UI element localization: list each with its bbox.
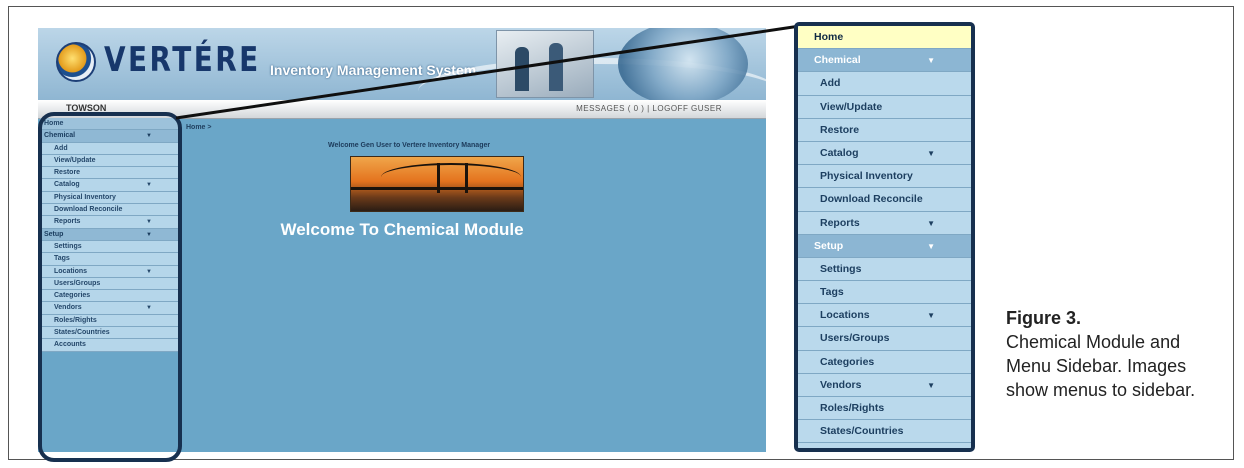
figure-caption-text: Chemical Module and Menu Sidebar. Images… xyxy=(1006,332,1196,400)
chevron-down-icon: ▼ xyxy=(927,218,935,228)
zoom-menu-item-label: Setup xyxy=(814,239,844,252)
zoom-menu-item-catalog[interactable]: Catalog ▼ xyxy=(798,141,971,166)
logo-text: VERTÉRE xyxy=(104,40,261,80)
zoom-menu-item-label: Categories xyxy=(820,355,875,368)
chevron-down-icon: ▼ xyxy=(927,56,935,66)
zoom-menu-item-locations[interactable]: Locations ▼ xyxy=(798,304,971,328)
figure-label: Figure 3. xyxy=(1006,308,1082,328)
app-header: VERTÉRE Inventory Management System xyxy=(38,28,766,106)
zoom-menu-item-users-groups[interactable]: Users/Groups xyxy=(798,327,971,351)
top-links[interactable]: MESSAGES ( 0 ) | LOGOFF GUSER xyxy=(576,104,722,113)
zoom-menu-item-settings[interactable]: Settings xyxy=(798,257,971,282)
zoom-menu-item-label: Users/Groups xyxy=(820,332,890,345)
bridge-sunset-image xyxy=(350,156,524,212)
zoom-menu-item-tags[interactable]: Tags xyxy=(798,281,971,305)
zoom-menu-item-label: Accounts xyxy=(820,448,868,452)
vertere-logo-icon xyxy=(56,42,96,82)
figure-caption: Figure 3. Chemical Module and Menu Sideb… xyxy=(1006,306,1228,402)
zoom-menu-item-label: Home xyxy=(814,31,844,43)
zoom-menu-item-vendors[interactable]: Vendors ▼ xyxy=(798,373,971,397)
zoom-menu-item-label: Physical Inventory xyxy=(820,170,913,183)
sidebar-highlight-outline xyxy=(38,112,182,462)
zoom-menu-item-label: Catalog xyxy=(820,146,859,159)
zoom-menu-item-label: Restore xyxy=(820,123,860,136)
welcome-message: Welcome Gen User to Vertere Inventory Ma… xyxy=(328,142,491,149)
zoom-menu-item-label: View/Update xyxy=(820,100,883,113)
zoom-menu-item-add[interactable]: Add xyxy=(798,72,971,96)
chevron-down-icon: ▼ xyxy=(927,380,935,390)
zoom-menu-item-reports[interactable]: Reports ▼ xyxy=(798,211,971,235)
zoom-menu-item-home[interactable]: Home xyxy=(798,26,971,50)
zoom-menu-item-label: Locations xyxy=(820,309,870,322)
breadcrumb[interactable]: Home > xyxy=(186,124,211,131)
zoom-menu-item-label: Reports xyxy=(820,216,860,229)
zoom-menu-item-physical-inventory[interactable]: Physical Inventory xyxy=(798,165,971,189)
zoom-menu-item-label: States/Countries xyxy=(820,425,904,438)
zoom-menu-item-roles-rights[interactable]: Roles/Rights xyxy=(798,397,971,421)
zoom-menu-item-view-update[interactable]: View/Update xyxy=(798,95,971,119)
zoom-menu-item-states-countries[interactable]: States/Countries xyxy=(798,420,971,444)
chevron-down-icon: ▼ xyxy=(927,311,935,321)
chevron-down-icon: ▼ xyxy=(927,241,935,251)
zoom-menu-item-label: Vendors xyxy=(820,378,862,391)
zoom-menu-item-label: Add xyxy=(820,77,841,90)
zoom-menu-item-label: Roles/Rights xyxy=(820,402,885,414)
zoomed-sidebar-menu: Home Chemical ▼ Add View/Update Restore Catalo… xyxy=(794,22,975,452)
zoom-menu-item-label: Settings xyxy=(820,262,862,275)
zoom-menu-item-setup[interactable]: Setup ▼ xyxy=(798,234,971,258)
zoom-menu-item-restore[interactable]: Restore xyxy=(798,118,971,142)
zoom-menu-item-categories[interactable]: Categories xyxy=(798,350,971,374)
chevron-down-icon: ▼ xyxy=(927,148,935,158)
header-photo xyxy=(496,30,594,98)
zoom-menu-item-chemical[interactable]: Chemical ▼ xyxy=(798,49,971,73)
zoom-menu-item-download-reconcile[interactable]: Download Reconcile xyxy=(798,188,971,212)
zoom-menu-item-label: Tags xyxy=(820,286,844,299)
zoom-menu-item-label: Download Reconcile xyxy=(820,193,923,206)
zoom-menu-item-accounts[interactable]: Accounts xyxy=(798,443,971,452)
zoom-menu-item-label: Chemical xyxy=(814,54,861,67)
